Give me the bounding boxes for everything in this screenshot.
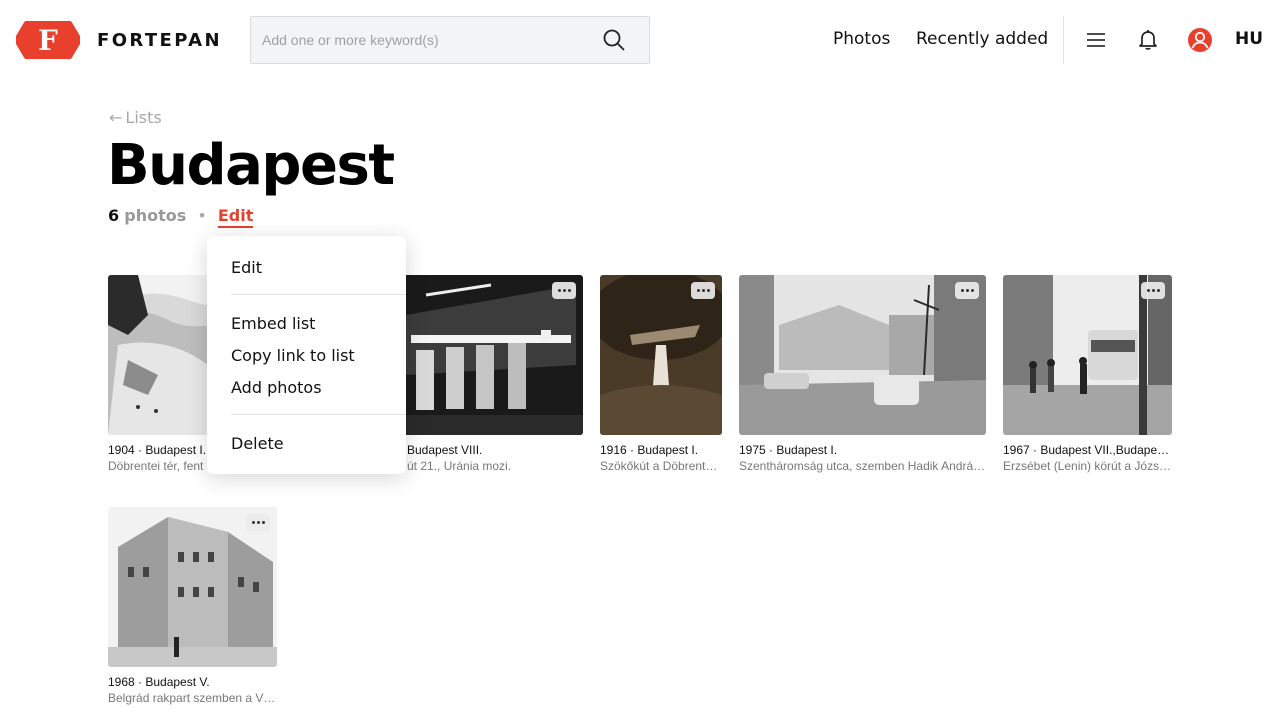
photo-subcaption: Belgrád rakpart szemben a Vigadó tér fel…	[108, 691, 277, 705]
nav-recently-added-link[interactable]: Recently added	[916, 29, 1048, 49]
photo-thumbnail[interactable]	[1003, 275, 1172, 435]
site-header: F FORTEPAN Photos Recently added HU	[0, 0, 1280, 80]
svg-text:F: F	[38, 24, 58, 57]
photo-caption: 1916 · Budapest I.	[600, 443, 699, 457]
back-label: Lists	[125, 108, 162, 127]
menu-item-delete[interactable]: Delete	[231, 434, 284, 453]
search-box	[250, 16, 650, 64]
search-input[interactable]	[262, 29, 592, 51]
photo-count-label: photos	[124, 206, 187, 225]
header-divider	[1063, 16, 1064, 64]
menu-divider	[231, 414, 406, 415]
photo-thumbnail[interactable]	[108, 507, 277, 667]
back-to-lists-link[interactable]: ← Lists	[109, 108, 162, 127]
photo-card[interactable]: 1968 · Budapest V. Belgrád rakpart szemb…	[108, 507, 277, 705]
photo-more-button[interactable]	[955, 282, 979, 299]
photo-caption: 1975 · Budapest I.	[739, 443, 838, 457]
photo-thumbnail[interactable]	[739, 275, 986, 435]
menu-item-edit[interactable]: Edit	[231, 258, 262, 277]
language-switch[interactable]: HU	[1235, 29, 1263, 49]
photo-count: 6	[108, 206, 120, 225]
menu-item-embed-list[interactable]: Embed list	[231, 314, 315, 333]
photo-image	[108, 507, 277, 667]
photo-card[interactable]: 1975 · Budapest I. Szentháromság utca, s…	[739, 275, 986, 473]
photo-image	[1003, 275, 1172, 435]
menu-item-copy-link[interactable]: Copy link to list	[231, 346, 355, 365]
user-avatar-icon[interactable]	[1187, 27, 1213, 53]
meta-separator: •	[197, 206, 207, 225]
photo-more-button[interactable]	[1141, 282, 1165, 299]
logo-wordmark: FORTEPAN	[97, 29, 222, 51]
bell-icon[interactable]	[1136, 27, 1160, 51]
photo-image	[600, 275, 722, 435]
edit-menu-toggle[interactable]: Edit	[217, 206, 254, 228]
list-actions-dropdown: Edit Embed list Copy link to list Add ph…	[207, 236, 406, 474]
photo-image	[739, 275, 986, 435]
fortepan-logo[interactable]: F FORTEPAN	[16, 19, 222, 61]
photo-subcaption: Szökőkút a Döbrentei tér közelében.	[600, 459, 722, 473]
photo-card[interactable]: 1916 · Budapest I. Szökőkút a Döbrentei …	[600, 275, 722, 473]
menu-divider	[231, 294, 406, 295]
photo-thumbnail[interactable]	[600, 275, 722, 435]
photo-caption: 1967 · Budapest VII.,Budapest VIII.	[1003, 443, 1172, 457]
page-title: Budapest	[107, 133, 395, 198]
photo-caption: 1968 · Budapest V.	[108, 675, 210, 689]
list-meta: 6 photos • Edit	[108, 206, 254, 228]
arrow-left-icon: ←	[109, 108, 123, 127]
photo-card[interactable]: 1967 · Budapest VII.,Budapest VIII. Erzs…	[1003, 275, 1172, 473]
menu-item-add-photos[interactable]: Add photos	[231, 378, 322, 397]
photo-more-button[interactable]	[691, 282, 715, 299]
logo-badge-icon: F	[16, 21, 80, 59]
photo-more-button[interactable]	[246, 514, 270, 531]
photo-subcaption: Erzsébet (Lenin) körút a József körút fe…	[1003, 459, 1172, 473]
hamburger-menu-icon[interactable]	[1085, 29, 1107, 51]
search-icon[interactable]	[603, 29, 625, 51]
photo-subcaption: Szentháromság utca, szemben Hadik András…	[739, 459, 986, 473]
photo-more-button[interactable]	[552, 282, 576, 299]
nav-photos-link[interactable]: Photos	[833, 29, 890, 49]
